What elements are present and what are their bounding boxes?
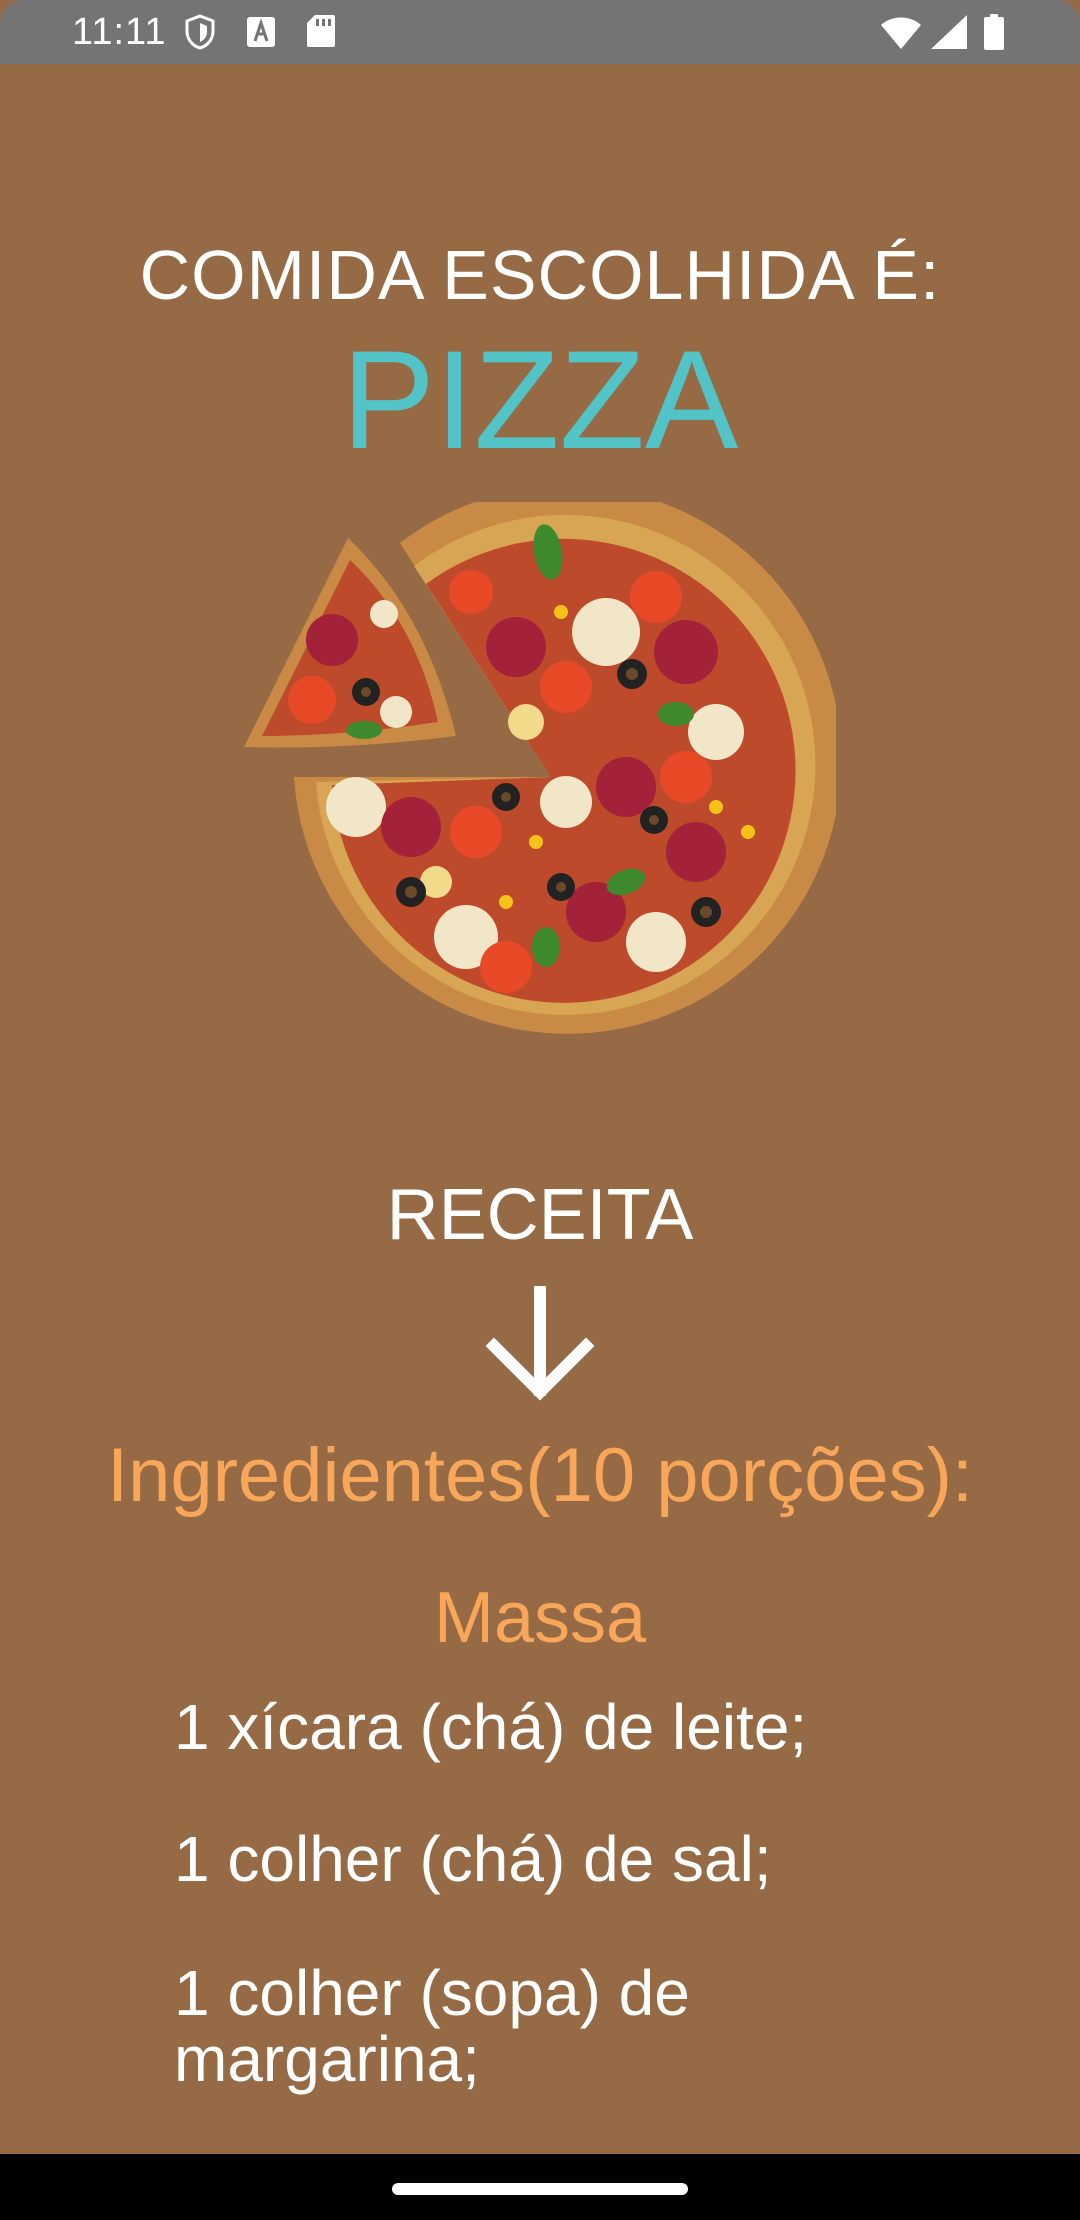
section-title-dough: Massa	[433, 1578, 647, 1658]
ingredients-title: Ingredientes(10 porções):	[106, 1433, 974, 1518]
food-name: PIZZA	[341, 321, 739, 478]
sd-card-icon	[306, 14, 336, 48]
status-bar: 11:11	[0, 0, 1080, 64]
home-gesture-handle[interactable]	[392, 2183, 688, 2195]
arrow-down-icon	[484, 1284, 596, 1402]
pizza-image	[236, 485, 842, 1062]
wifi-icon	[880, 16, 922, 50]
shield-icon	[184, 14, 216, 50]
chosen-food-heading: COMIDA ESCOLHIDA É:	[139, 236, 941, 314]
signal-icon	[930, 14, 968, 50]
battery-icon	[984, 14, 1004, 50]
ingredient-item: 1 colher (sopa) de margarina;	[174, 1957, 690, 2095]
ingredient-item: 1 xícara (chá) de leite;	[174, 1691, 808, 1763]
status-time: 11:11	[72, 11, 167, 53]
a-box-icon	[246, 16, 276, 48]
recipe-label: RECEITA	[386, 1175, 694, 1255]
ingredient-item: 1 colher (chá) de sal;	[174, 1823, 772, 1895]
